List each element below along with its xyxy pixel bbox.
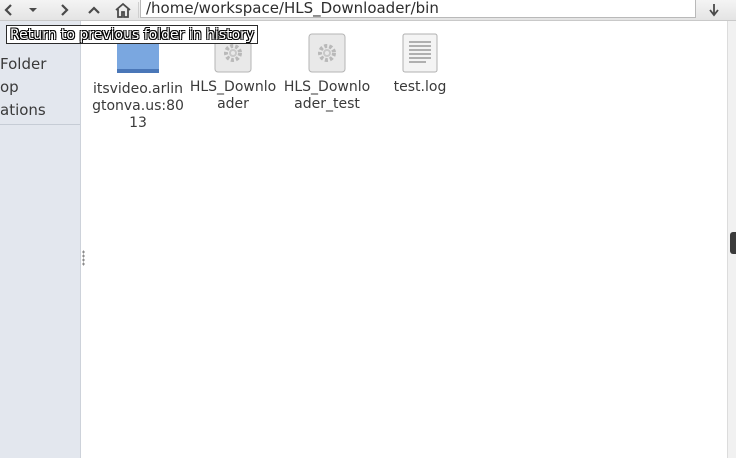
toolbar: /home/workspace/HLS_Downloader/bin	[0, 0, 736, 21]
sidebar: Folder op ations	[0, 21, 81, 458]
back-tooltip: Return to previous folder in history	[6, 25, 259, 44]
file-label: HLS_Downloader_test	[283, 79, 371, 112]
sidebar-divider	[0, 124, 80, 125]
chevron-right-icon	[61, 3, 69, 16]
chevron-left-icon	[4, 3, 12, 16]
pane-resize-handle[interactable]	[82, 250, 85, 266]
back-button[interactable]	[0, 0, 18, 19]
file-item-text[interactable]: test.log	[370, 33, 470, 96]
file-item-executable[interactable]: HLS_Downloader	[183, 33, 283, 113]
toolbar-separator	[138, 2, 139, 18]
home-button[interactable]	[110, 0, 136, 19]
file-label: test.log	[393, 79, 447, 95]
file-item-executable[interactable]: HLS_Downloader_test	[277, 33, 377, 113]
location-path-input[interactable]: /home/workspace/HLS_Downloader/bin	[140, 0, 696, 18]
history-dropdown-button[interactable]	[20, 0, 46, 19]
chevron-up-icon	[88, 5, 100, 14]
up-button[interactable]	[81, 0, 107, 19]
caret-down-icon	[29, 7, 37, 12]
executable-icon	[308, 33, 346, 73]
sidebar-item-folder[interactable]: Folder	[0, 54, 46, 74]
file-item-folder[interactable]: itsvideo.arlingtonva.us:8013	[88, 33, 188, 132]
sidebar-item-applications[interactable]: ations	[0, 100, 46, 120]
edge-handle[interactable]	[730, 232, 736, 254]
home-icon	[115, 2, 131, 18]
file-label: HLS_Downloader	[189, 79, 277, 112]
arrow-down-icon	[709, 3, 719, 16]
text-file-icon	[402, 33, 438, 73]
go-button[interactable]	[702, 0, 726, 19]
forward-button[interactable]	[51, 0, 77, 19]
file-label: itsvideo.arlingtonva.us:8013	[92, 81, 184, 131]
sidebar-item-desktop[interactable]: op	[0, 77, 19, 97]
